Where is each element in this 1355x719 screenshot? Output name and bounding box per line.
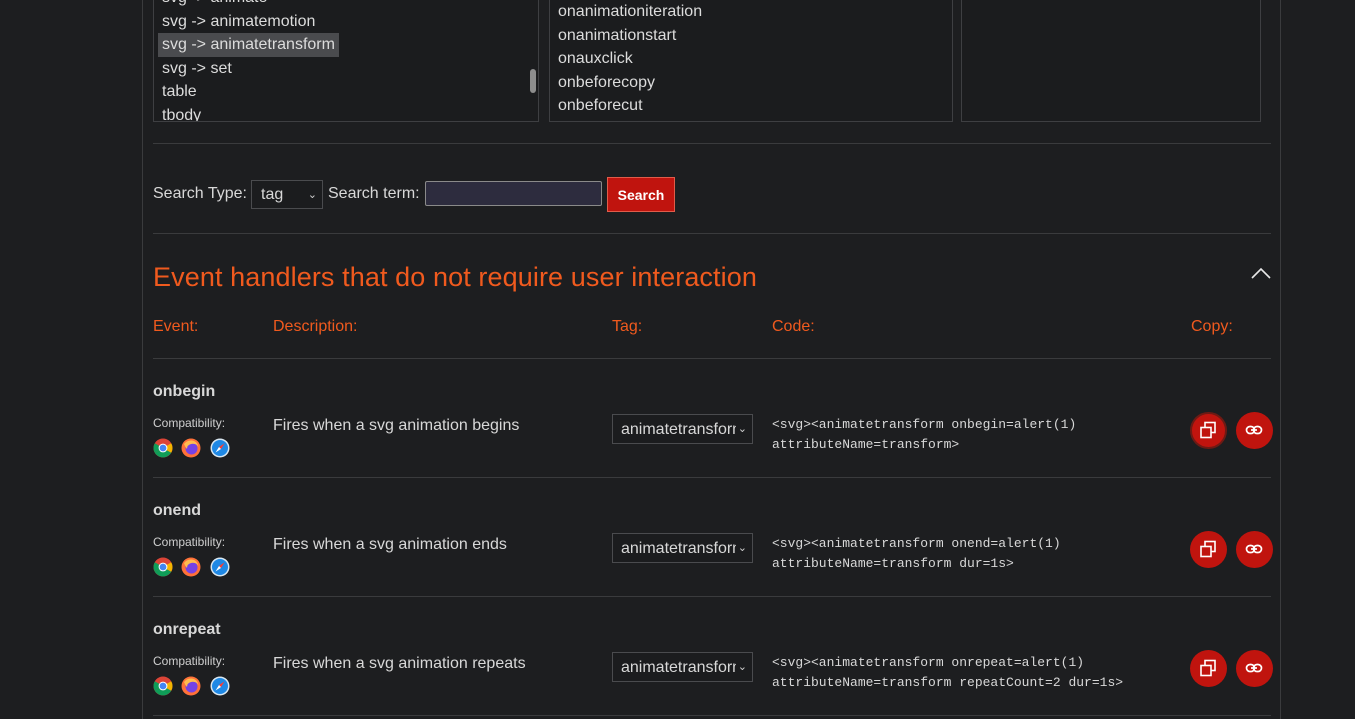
tags-listbox[interactable]: svg -> animate svg -> animatemotion svg …	[153, 0, 539, 122]
browser-icons	[153, 557, 234, 577]
section-title: Event handlers that do not require user …	[153, 262, 757, 292]
tag-select[interactable]: animatetransform ⌄	[612, 414, 753, 444]
event-code: <svg><animatetransform onbegin=alert(1) …	[772, 417, 1077, 452]
event-row: onrepeat Compatibility: Fires when a svg…	[153, 597, 1273, 716]
search-button[interactable]: Search	[607, 177, 675, 212]
event-row: onbegin Compatibility: Fires when a svg …	[153, 359, 1273, 478]
event-description: Fires when a svg animation repeats	[273, 655, 526, 672]
tag-list-item[interactable]: svg -> animatemotion	[158, 10, 319, 34]
copy-icon	[1200, 540, 1216, 558]
chrome-icon	[153, 557, 173, 577]
main-panel: svg -> animate svg -> animatemotion svg …	[142, 0, 1281, 719]
chrome-icon	[153, 676, 173, 696]
copy-icon	[1200, 659, 1216, 677]
compatibility-label: Compatibility:	[153, 535, 226, 549]
chevron-down-icon: ⌄	[735, 541, 747, 554]
compatibility-label: Compatibility:	[153, 416, 226, 430]
tag-list-item[interactable]: svg -> set	[158, 57, 236, 81]
header-copy: Copy:	[1191, 318, 1233, 335]
link-button[interactable]	[1236, 531, 1273, 568]
tag-select[interactable]: animatetransform ⌄	[612, 652, 753, 682]
chevron-down-icon: ⌄	[735, 660, 747, 673]
chrome-icon	[153, 438, 173, 458]
tag-list-item[interactable]: tbody	[158, 104, 205, 122]
search-input[interactable]	[425, 181, 602, 206]
safari-icon	[210, 676, 230, 696]
event-description: Fires when a svg animation begins	[273, 417, 520, 434]
tags-scrollbar-thumb[interactable]	[530, 69, 536, 93]
divider	[153, 143, 1271, 144]
codes-listbox[interactable]	[961, 0, 1261, 122]
header-code: Code:	[772, 318, 815, 335]
event-description: Fires when a svg animation ends	[273, 536, 507, 553]
event-name: onrepeat	[153, 621, 221, 638]
safari-icon	[210, 438, 230, 458]
tag-list-item[interactable]: table	[158, 80, 201, 104]
link-button[interactable]	[1236, 650, 1273, 687]
link-icon	[1245, 425, 1263, 435]
tag-select-value: animatetransform	[621, 540, 746, 557]
copy-icon	[1200, 421, 1216, 439]
safari-icon	[210, 557, 230, 577]
copy-button[interactable]	[1190, 531, 1227, 568]
tag-select-value: animatetransform	[621, 421, 746, 438]
link-icon	[1245, 544, 1263, 554]
link-button[interactable]	[1236, 412, 1273, 449]
event-code: <svg><animatetransform onend=alert(1) at…	[772, 536, 1061, 571]
search-type-label: Search Type:	[153, 185, 247, 202]
tag-list-item[interactable]: svg -> animate	[158, 0, 271, 10]
firefox-icon	[181, 676, 201, 696]
divider	[153, 233, 1271, 234]
event-list-item[interactable]: onanimationiteration	[554, 0, 706, 24]
chevron-up-icon[interactable]	[1251, 266, 1271, 280]
event-code: <svg><animatetransform onrepeat=alert(1)…	[772, 655, 1124, 690]
search-term-label: Search term:	[328, 185, 420, 202]
event-list-item[interactable]: onbeforecut	[554, 94, 647, 118]
event-row: onend Compatibility: Fires when a svg an…	[153, 478, 1273, 597]
header-description: Description:	[273, 318, 358, 335]
events-listbox[interactable]: onanimationiteration onanimationstart on…	[549, 0, 953, 122]
firefox-icon	[181, 438, 201, 458]
event-list-item[interactable]: onauxclick	[554, 47, 637, 71]
tag-select[interactable]: animatetransform ⌄	[612, 533, 753, 563]
tag-list-item-selected[interactable]: svg -> animatetransform	[158, 33, 339, 57]
firefox-icon	[181, 557, 201, 577]
event-name: onend	[153, 502, 201, 519]
tag-select-value: animatetransform	[621, 659, 746, 676]
search-type-select[interactable]: tag ⌄	[251, 180, 323, 209]
divider	[153, 715, 1271, 716]
browser-icons	[153, 438, 234, 458]
link-icon	[1245, 663, 1263, 673]
search-type-value: tag	[261, 186, 284, 203]
event-name: onbegin	[153, 383, 216, 400]
chevron-down-icon: ⌄	[307, 189, 317, 201]
header-event: Event:	[153, 318, 199, 335]
search-row: Search Type: tag ⌄ Search term: Search	[153, 177, 1253, 213]
compatibility-label: Compatibility:	[153, 654, 226, 668]
chevron-down-icon: ⌄	[735, 422, 747, 435]
event-list-item[interactable]: onbeforecopy	[554, 71, 659, 95]
copy-button[interactable]	[1190, 412, 1227, 449]
event-list-item[interactable]: onanimationstart	[554, 24, 680, 48]
header-tag: Tag:	[612, 318, 643, 335]
browser-icons	[153, 676, 234, 696]
tags-scrollbar[interactable]	[528, 0, 538, 121]
copy-button[interactable]	[1190, 650, 1227, 687]
